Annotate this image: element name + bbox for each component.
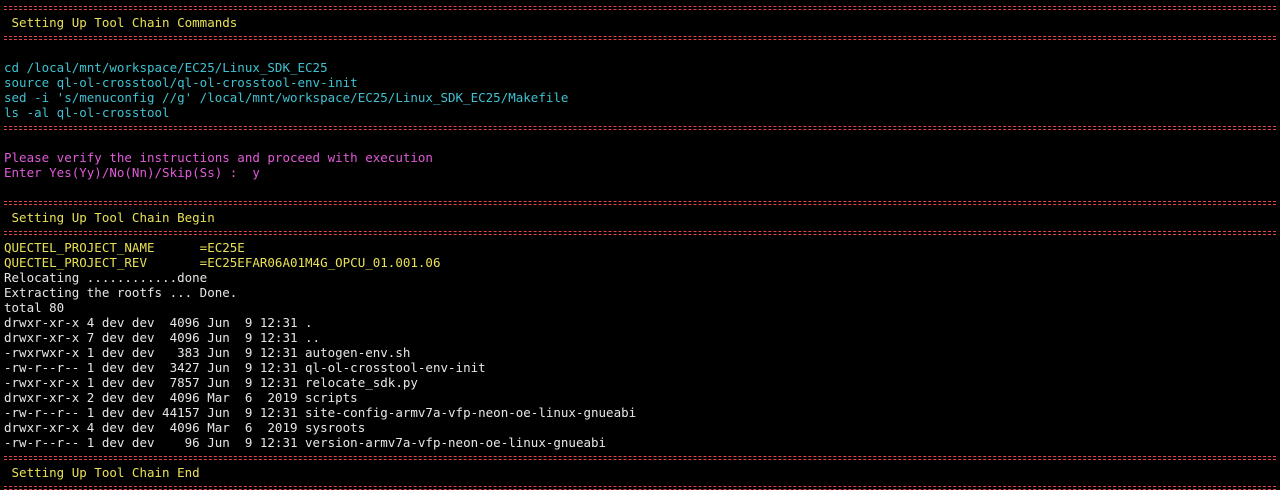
separator-top (4, 0, 1280, 15)
separator (4, 195, 1280, 210)
listing-row: drwxr-xr-x 4 dev dev 4096 Jun 9 12:31 . (4, 315, 313, 330)
output-line: Relocating ............done (4, 270, 208, 285)
command-line: ls -al ql-ol-crosstool (4, 105, 170, 120)
output-line: total 80 (4, 300, 65, 315)
command-line: source ql-ol-crosstool/ql-ol-crosstool-e… (4, 75, 358, 90)
separator (4, 225, 1280, 240)
listing-row: -rw-r--r-- 1 dev dev 44157 Jun 9 12:31 s… (4, 405, 637, 420)
output-line: Extracting the rootfs ... Done. (4, 285, 238, 300)
separator (4, 450, 1280, 465)
listing-row: -rw-r--r-- 1 dev dev 96 Jun 9 12:31 vers… (4, 435, 607, 450)
listing-row: -rwxrwxr-x 1 dev dev 383 Jun 9 12:31 aut… (4, 345, 411, 360)
confirm-prompt-input[interactable]: Enter Yes(Yy)/No(Nn)/Skip(Ss) : y (4, 165, 1280, 180)
verify-message: Please verify the instructions and proce… (4, 150, 433, 165)
listing-row: -rw-r--r-- 1 dev dev 3427 Jun 9 12:31 ql… (4, 360, 486, 375)
listing-row: drwxr-xr-x 4 dev dev 4096 Mar 6 2019 sys… (4, 420, 366, 435)
listing-row: -rwxr-xr-x 1 dev dev 7857 Jun 9 12:31 re… (4, 375, 418, 390)
terminal-window[interactable]: Setting Up Tool Chain Commands cd /local… (0, 0, 1280, 490)
listing-row: drwxr-xr-x 2 dev dev 4096 Mar 6 2019 scr… (4, 390, 358, 405)
separator (4, 120, 1280, 135)
section-title-commands: Setting Up Tool Chain Commands (4, 15, 238, 30)
project-name-line: QUECTEL_PROJECT_NAME =EC25E (4, 240, 245, 255)
listing-row: drwxr-xr-x 7 dev dev 4096 Jun 9 12:31 .. (4, 330, 321, 345)
separator-bottom (4, 480, 1280, 490)
command-line: sed -i 's/menuconfig //g' /local/mnt/wor… (4, 90, 569, 105)
command-line: cd /local/mnt/workspace/EC25/Linux_SDK_E… (4, 60, 328, 75)
separator (4, 30, 1280, 45)
section-title-begin: Setting Up Tool Chain Begin (4, 210, 215, 225)
section-title-end: Setting Up Tool Chain End (4, 465, 200, 480)
project-rev-line: QUECTEL_PROJECT_REV =EC25EFAR06A01M4G_OP… (4, 255, 441, 270)
